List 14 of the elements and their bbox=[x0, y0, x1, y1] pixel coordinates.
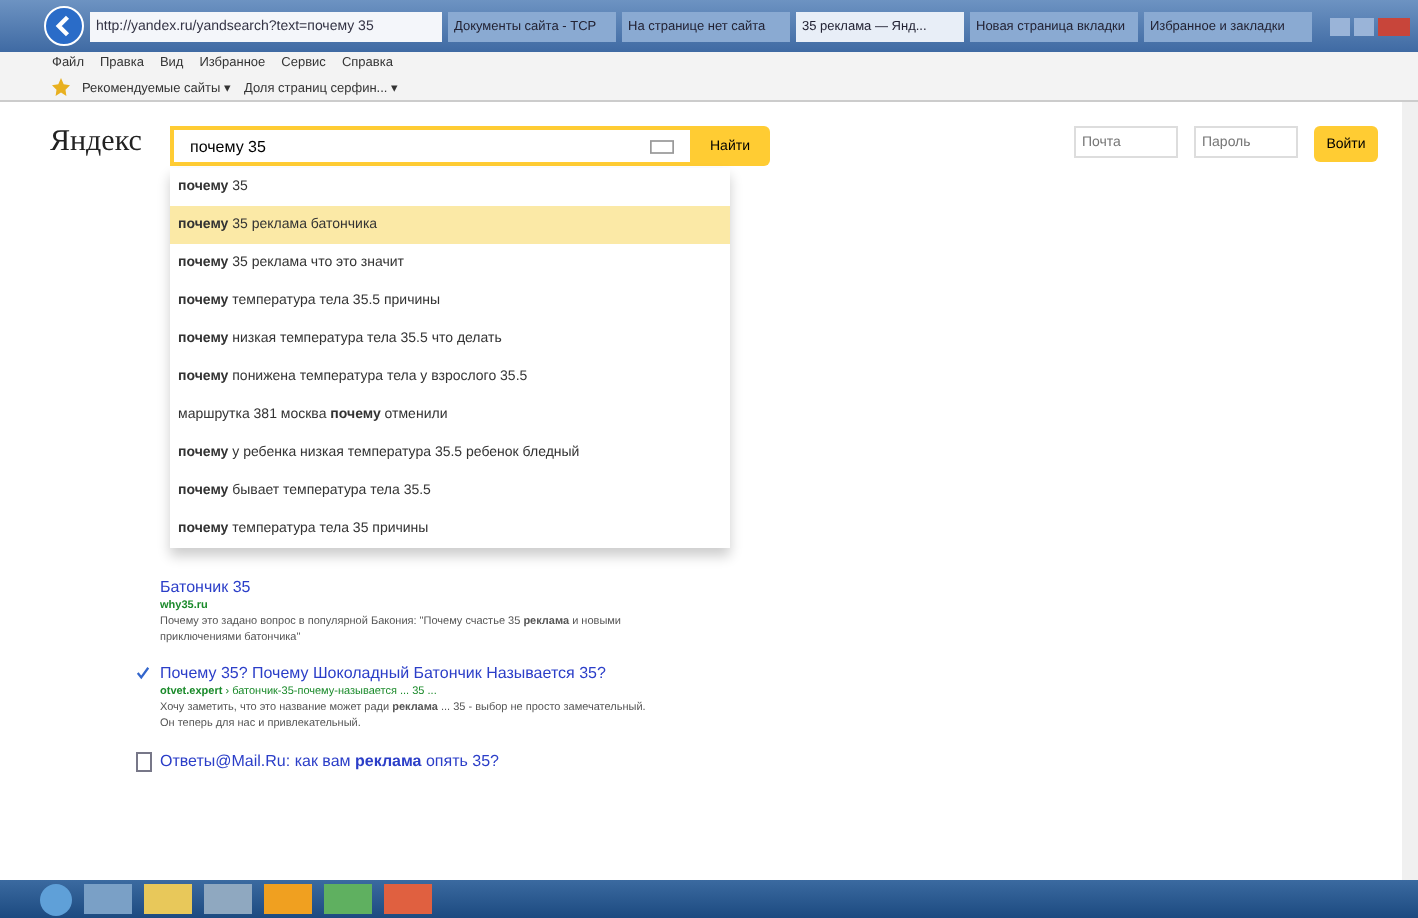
document-icon bbox=[136, 751, 152, 772]
maximize-button[interactable] bbox=[1354, 17, 1374, 35]
close-button[interactable] bbox=[1378, 17, 1410, 35]
yandex-logo[interactable]: Яндекс bbox=[50, 126, 170, 160]
back-button[interactable] bbox=[44, 6, 84, 46]
search-field[interactable]: почему 35 bbox=[170, 126, 690, 166]
keyboard-icon[interactable] bbox=[650, 139, 674, 153]
minimize-button[interactable] bbox=[1330, 17, 1350, 35]
result-link[interactable]: Почему 35? Почему Шоколадный Батончик Называется 35? bbox=[160, 664, 606, 683]
start-button[interactable] bbox=[40, 883, 72, 915]
result-link[interactable]: Ответы@Mail.Ru: как вам реклама опять 35? bbox=[160, 752, 499, 771]
star-icon[interactable] bbox=[52, 78, 70, 96]
folder-icon[interactable] bbox=[144, 884, 192, 914]
result-link[interactable]: Батончик 35 bbox=[160, 578, 251, 596]
